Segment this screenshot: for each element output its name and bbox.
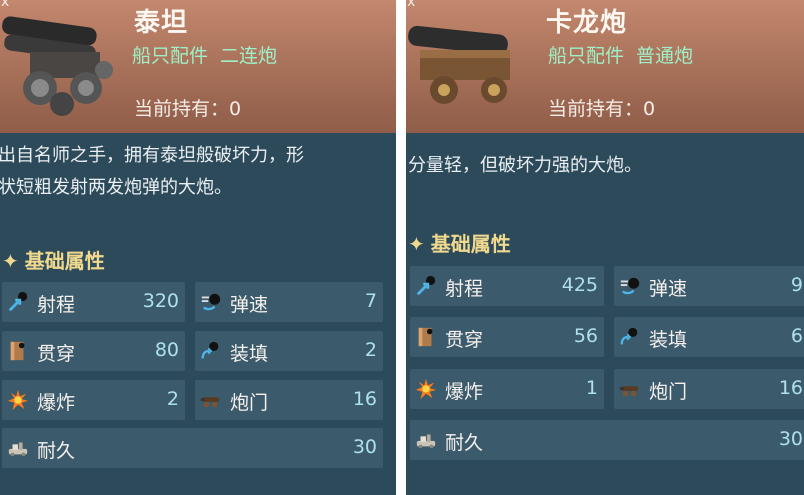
stat-label: 爆炸	[37, 392, 76, 414]
card-header: x 泰坦 船只配件 二连炮 当前持有：0	[0, 0, 396, 133]
stat-label: 炮门	[649, 381, 688, 403]
twin-cannon-icon	[2, 16, 113, 116]
section-title-text: 基础属性	[430, 232, 511, 256]
stat-value: 1	[585, 377, 598, 399]
stat-pierce: 贯穿 80	[2, 331, 185, 371]
stat-value: 30	[352, 436, 377, 458]
stat-value: 16	[352, 388, 377, 410]
stat-label: 装填	[649, 329, 688, 351]
owned-label: 当前持有：	[134, 98, 230, 120]
stat-label: 弹速	[230, 294, 269, 316]
stat-value: 30	[778, 428, 803, 450]
stat-label: 耐久	[445, 432, 484, 454]
range-arrow-icon	[7, 291, 29, 313]
stat-ports: 炮门 16	[195, 380, 383, 420]
section-title: ✦ 基础属性	[408, 228, 511, 257]
stat-explode: 爆炸 1	[410, 369, 604, 409]
stat-label: 爆炸	[445, 381, 484, 403]
owned-label: 当前持有：	[548, 98, 644, 120]
item-subtype: 二连炮	[220, 45, 278, 67]
star-icon: ✦	[2, 249, 19, 273]
bullet-speed-icon	[200, 291, 222, 313]
stat-label: 射程	[445, 278, 484, 300]
stat-range: 射程 320	[2, 282, 185, 322]
stat-label: 炮门	[230, 392, 269, 414]
stat-reload: 装填 2	[195, 331, 383, 371]
stat-value: 16	[778, 377, 803, 399]
explosion-icon	[7, 389, 29, 411]
stat-durability: 耐久 30	[2, 428, 383, 468]
item-name: 卡龙炮	[546, 8, 628, 38]
stat-value: 2	[364, 339, 377, 361]
durability-icon	[415, 429, 437, 451]
stat-value: 320	[142, 290, 179, 312]
pierce-plank-icon	[7, 340, 29, 362]
stat-label: 射程	[37, 294, 76, 316]
cannon-port-icon	[200, 389, 222, 411]
item-type: 船只配件 普通炮	[548, 41, 705, 68]
reload-icon	[200, 340, 222, 362]
stat-value: 2	[166, 388, 179, 410]
section-title-text: 基础属性	[24, 249, 105, 273]
cannon-icon	[408, 25, 510, 104]
item-type: 船只配件 二连炮	[132, 41, 289, 68]
stat-range: 射程 425	[410, 266, 604, 306]
explosion-icon	[415, 378, 437, 400]
stat-value: 7	[364, 290, 377, 312]
pierce-plank-icon	[415, 326, 437, 348]
item-subtype: 普通炮	[636, 45, 694, 67]
close-icon[interactable]: x	[407, 0, 415, 10]
bullet-speed-icon	[619, 275, 641, 297]
stat-label: 装填	[230, 343, 269, 365]
stat-label: 贯穿	[445, 329, 484, 351]
stat-speed: 弹速 9	[614, 266, 804, 306]
section-title: ✦ 基础属性	[2, 245, 105, 274]
star-icon: ✦	[408, 232, 425, 256]
stat-explode: 爆炸 2	[2, 380, 185, 420]
stat-value: 80	[154, 339, 179, 361]
stat-label: 贯穿	[37, 343, 76, 365]
card-header: x 卡龙炮 船只配件 普通炮 当前持有：0	[406, 0, 804, 133]
stat-durability: 耐久 30	[410, 420, 804, 460]
item-card-titan: x 泰坦 船只配件 二连炮 当前持有：0 出自名师之手，拥有泰坦般破坏力，形 状短…	[0, 0, 396, 495]
range-arrow-icon	[415, 275, 437, 297]
item-category: 船只配件	[548, 45, 625, 67]
cannon-port-icon	[619, 378, 641, 400]
durability-icon	[7, 437, 29, 459]
stat-value: 6	[790, 325, 803, 347]
item-description: 出自名师之手，拥有泰坦般破坏力，形 状短粗发射两发炮弹的大炮。	[0, 145, 304, 198]
owned-count: 当前持有：0	[548, 94, 655, 121]
owned-count: 当前持有：0	[134, 94, 241, 121]
item-name: 泰坦	[134, 8, 189, 38]
stat-speed: 弹速 7	[195, 282, 383, 322]
stat-ports: 炮门 16	[614, 369, 804, 409]
reload-icon	[619, 326, 641, 348]
item-card-carronade: x 卡龙炮 船只配件 普通炮 当前持有：0 分量轻，但破坏力强的大炮。 ✦ 基础属性…	[406, 0, 804, 495]
stat-label: 耐久	[37, 440, 76, 462]
close-icon[interactable]: x	[1, 0, 9, 10]
owned-value: 0	[643, 98, 656, 120]
item-category: 船只配件	[132, 45, 209, 67]
stat-reload: 装填 6	[614, 317, 804, 357]
stat-label: 弹速	[649, 278, 688, 300]
owned-value: 0	[229, 98, 242, 120]
item-description: 分量轻，但破坏力强的大炮。	[408, 155, 642, 176]
stat-value: 56	[573, 325, 598, 347]
stat-pierce: 贯穿 56	[410, 317, 604, 357]
stat-value: 9	[790, 274, 803, 296]
stat-value: 425	[561, 274, 598, 296]
